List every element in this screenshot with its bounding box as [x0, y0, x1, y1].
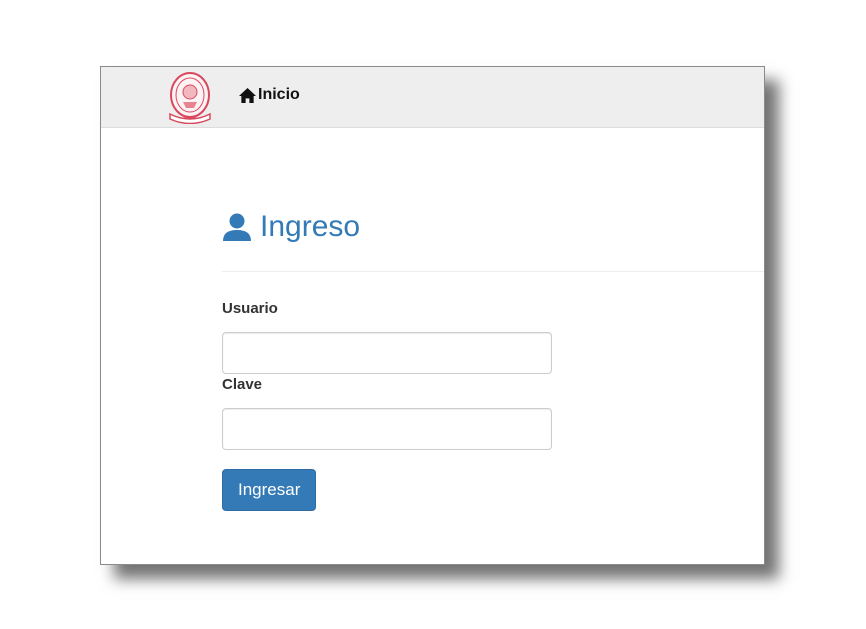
- nav-home-link[interactable]: Inicio: [238, 84, 300, 106]
- browser-window: Inicio Ingreso Usuario Clave Ingresar: [100, 66, 765, 565]
- heading-divider: [222, 271, 764, 272]
- username-input[interactable]: [222, 332, 552, 374]
- nav-home-label: Inicio: [258, 86, 300, 103]
- page-title-text: Ingreso: [260, 210, 361, 243]
- username-label: Usuario: [222, 300, 278, 317]
- password-label: Clave: [222, 376, 263, 393]
- university-seal-logo[interactable]: [167, 70, 213, 125]
- login-panel: Ingreso Usuario Clave Ingresar: [222, 207, 764, 511]
- password-input[interactable]: [222, 408, 552, 450]
- page-title: Ingreso: [222, 207, 764, 247]
- user-icon: [223, 213, 251, 241]
- navbar: Inicio: [101, 67, 764, 128]
- submit-button[interactable]: Ingresar: [222, 469, 317, 511]
- home-icon: [239, 87, 256, 103]
